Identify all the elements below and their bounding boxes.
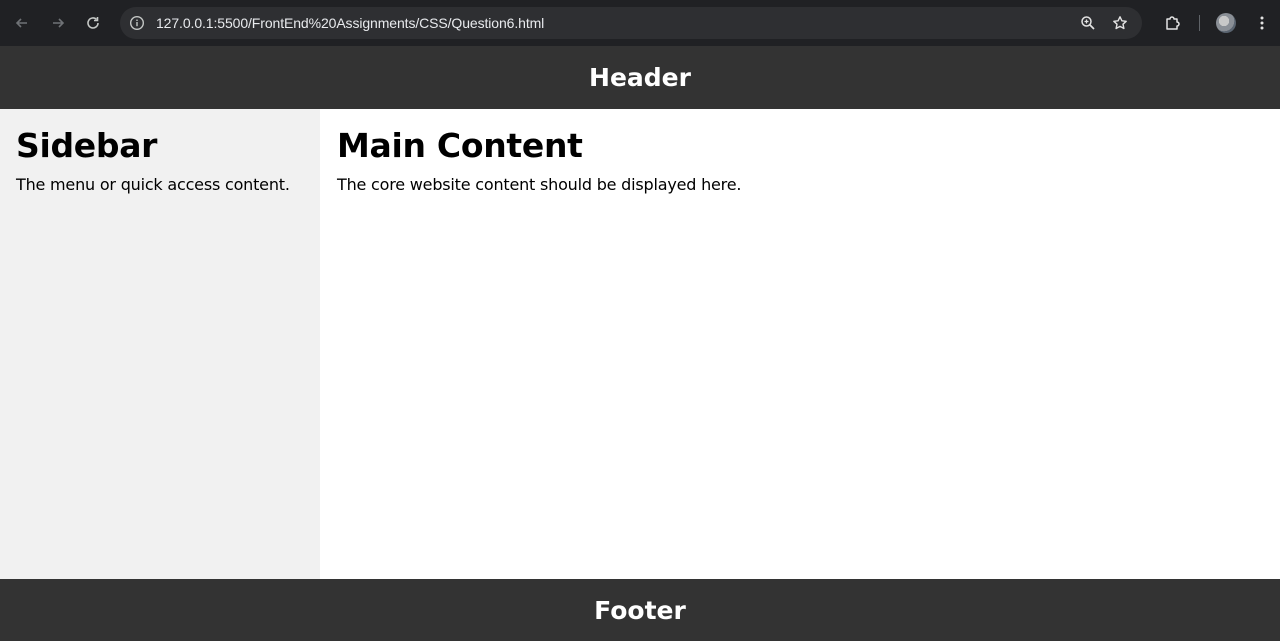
zoom-icon (1081, 16, 1095, 30)
extensions-icon (1166, 16, 1180, 30)
browser-toolbar: 127.0.0.1:5500/FrontEnd%20Assignments/CS… (0, 0, 1280, 46)
back-icon (15, 18, 27, 28)
menu-button[interactable] (1244, 5, 1280, 41)
site-header: Header (0, 46, 1280, 109)
reload-icon (87, 17, 99, 29)
main-content: Main Content The core website content sh… (320, 109, 1280, 579)
toolbar-divider (1199, 15, 1200, 31)
profile-avatar (1216, 13, 1236, 33)
main-title: Main Content (337, 126, 583, 165)
main-text: The core website content should be displ… (337, 175, 742, 194)
url-text[interactable]: 127.0.0.1:5500/FrontEnd%20Assignments/CS… (156, 15, 544, 31)
bookmark-button[interactable] (1104, 7, 1136, 39)
sidebar: Sidebar The menu or quick access content… (0, 109, 320, 579)
reload-button[interactable] (75, 5, 111, 41)
site-info-icon (129, 15, 145, 31)
address-bar[interactable]: 127.0.0.1:5500/FrontEnd%20Assignments/CS… (120, 7, 1142, 39)
back-button[interactable] (4, 5, 40, 41)
site-footer: Footer (0, 579, 1280, 641)
header-title: Header (589, 63, 691, 92)
forward-button[interactable] (40, 5, 76, 41)
extensions-button[interactable] (1155, 5, 1191, 41)
forward-icon (53, 18, 65, 28)
sidebar-text: The menu or quick access content. (16, 175, 290, 194)
bookmark-star-icon (1113, 16, 1127, 30)
zoom-button[interactable] (1072, 7, 1104, 39)
profile-button[interactable] (1208, 5, 1244, 41)
footer-title: Footer (594, 595, 686, 625)
menu-icon (1260, 16, 1264, 30)
sidebar-title: Sidebar (16, 126, 158, 165)
site-info-button[interactable] (121, 7, 153, 39)
page-viewport: Header Sidebar The menu or quick access … (0, 46, 1280, 641)
